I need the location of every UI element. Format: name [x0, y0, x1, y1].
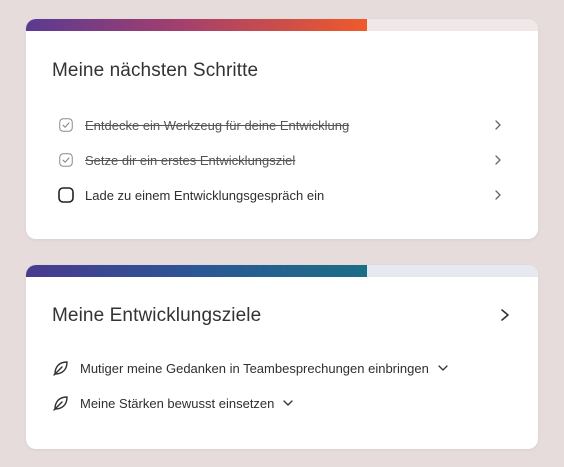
leaf-icon: [53, 361, 68, 376]
goal-label: Meine Stärken bewusst einsetzen: [80, 395, 275, 411]
goal-label: Mutiger meine Gedanken in Teambesprechun…: [80, 360, 429, 376]
step-row-invite[interactable]: Lade zu einem Entwicklungsgespräch ein: [58, 183, 512, 207]
step-label: Entdecke ein Werkzeug für deine Entwickl…: [85, 117, 350, 133]
unchecked-checkbox-icon[interactable]: [58, 187, 74, 203]
step-row-tool[interactable]: Entdecke ein Werkzeug für deine Entwickl…: [59, 113, 512, 137]
chevron-right-icon: [495, 155, 501, 165]
steps-progress-fill: [26, 19, 367, 31]
next-steps-card: Meine nächsten Schritte Entdecke ein Wer…: [26, 19, 538, 239]
goals-progress-bar: [26, 265, 538, 277]
step-row-goal[interactable]: Setze dir ein erstes Entwicklungsziel: [59, 148, 512, 172]
chevron-right-icon: [495, 190, 501, 200]
checked-checkbox-icon: [59, 118, 73, 132]
chevron-right-icon: [495, 120, 501, 130]
chevron-down-icon[interactable]: [437, 363, 449, 373]
step-label: Lade zu einem Entwicklungsgespräch ein: [85, 187, 325, 203]
checked-checkbox-icon: [59, 153, 73, 167]
steps-progress-bar: [26, 19, 538, 31]
goal-row-meetings[interactable]: Mutiger meine Gedanken in Teambesprechun…: [52, 356, 449, 380]
chevron-right-icon[interactable]: [498, 305, 512, 325]
development-goals-card: Meine Entwicklungsziele Mutiger meine Ge…: [26, 265, 538, 449]
goals-progress-fill: [26, 265, 367, 277]
next-steps-title: Meine nächsten Schritte: [52, 60, 259, 81]
step-label: Setze dir ein erstes Entwicklungsziel: [85, 152, 296, 168]
leaf-icon: [53, 396, 68, 411]
goal-row-strengths[interactable]: Meine Stärken bewusst einsetzen: [52, 391, 294, 415]
chevron-down-icon[interactable]: [282, 398, 294, 408]
development-goals-title[interactable]: Meine Entwicklungsziele: [52, 305, 261, 327]
